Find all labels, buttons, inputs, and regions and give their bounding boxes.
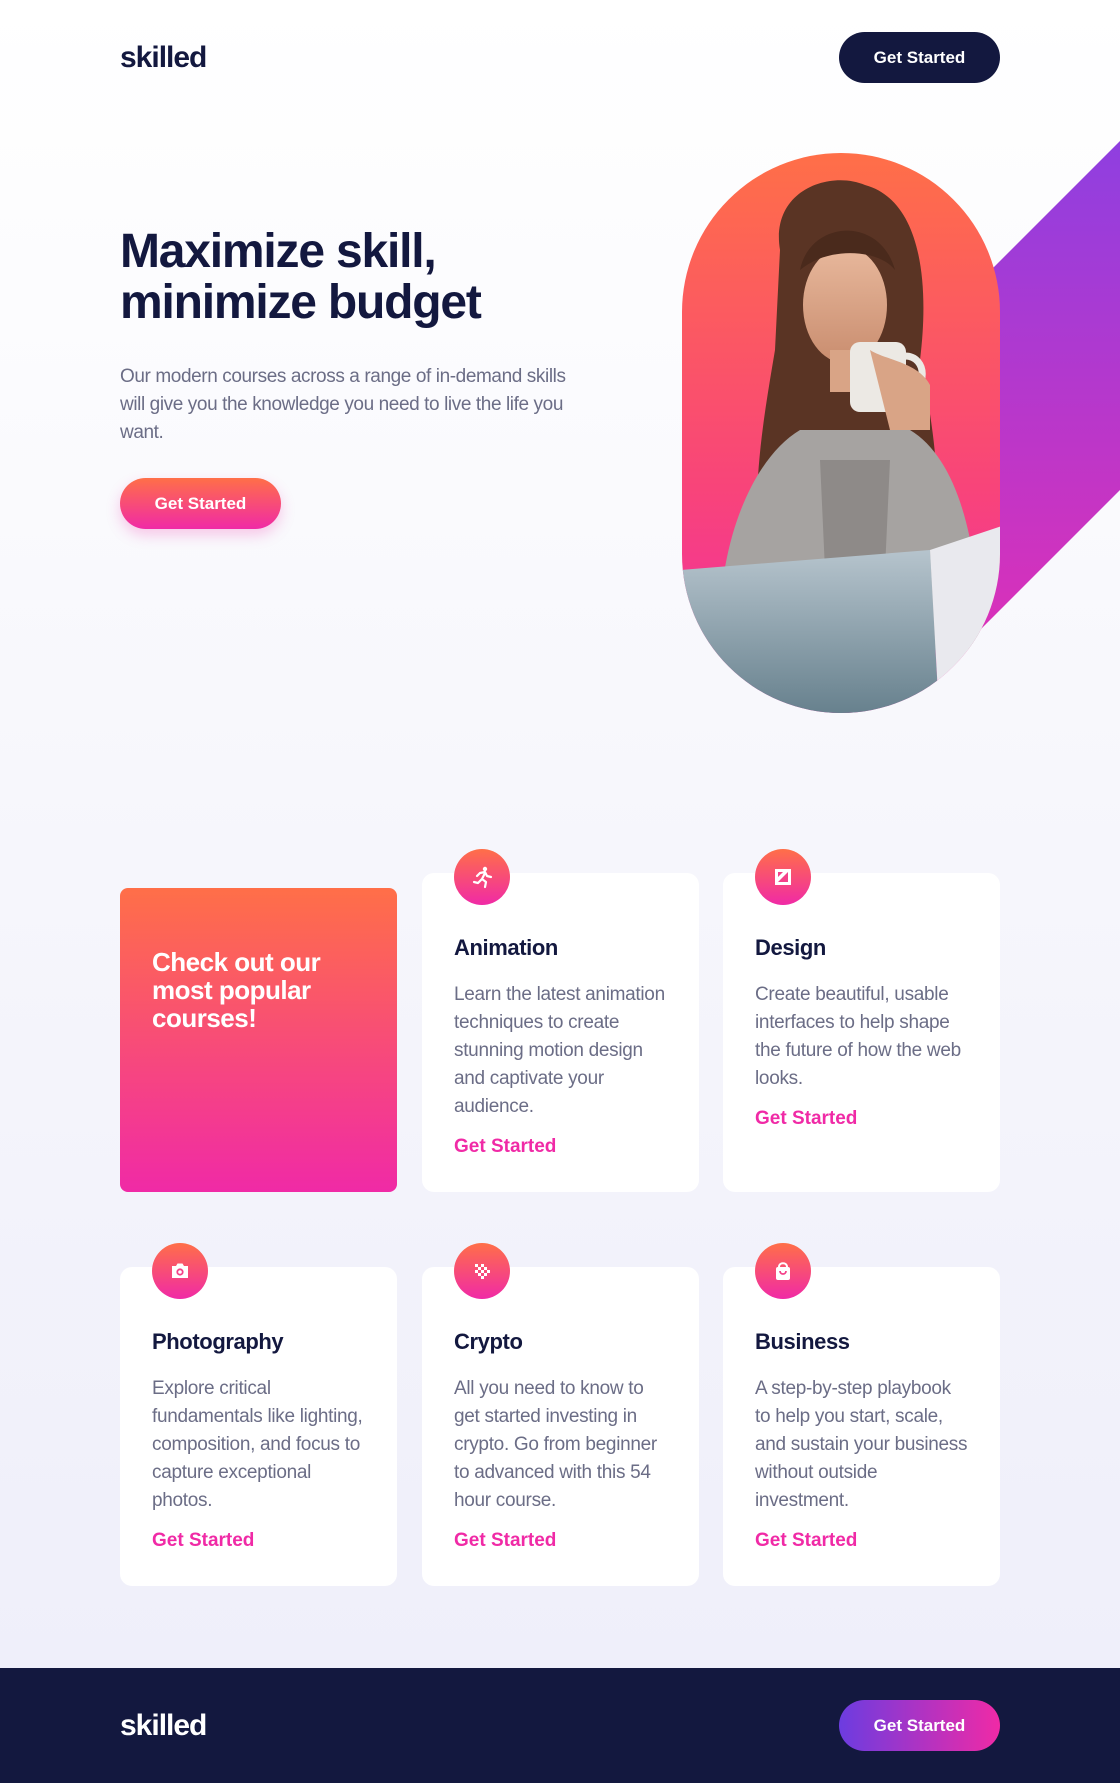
course-description: Explore critical fundamentals like light… xyxy=(152,1378,363,1511)
promo-line1: Check out our xyxy=(152,947,321,977)
course-card-business: Business A step-by-step playbook to help… xyxy=(723,1243,1000,1586)
hero-illustration xyxy=(682,141,1120,713)
course-title: Design xyxy=(755,935,826,960)
course-card-crypto: Crypto All you need to know to get start… xyxy=(422,1243,699,1586)
footer-get-started-button[interactable]: Get Started xyxy=(839,1700,1000,1751)
hero-title: Maximize skill, minimize budget xyxy=(120,226,580,328)
camera-icon xyxy=(152,1243,208,1299)
course-get-started-link[interactable]: Get Started xyxy=(454,1136,667,1158)
hero-get-started-button[interactable]: Get Started xyxy=(120,478,281,529)
course-get-started-link[interactable]: Get Started xyxy=(152,1530,365,1552)
hero-title-line1: Maximize skill, xyxy=(120,225,437,278)
site-logo[interactable]: skilled xyxy=(120,41,207,75)
course-get-started-link[interactable]: Get Started xyxy=(755,1530,968,1552)
header-get-started-button[interactable]: Get Started xyxy=(839,32,1000,83)
course-get-started-link[interactable]: Get Started xyxy=(454,1530,667,1552)
running-person-icon xyxy=(454,849,510,905)
promo-line2: most popular xyxy=(152,975,311,1005)
course-description: All you need to know to get started inve… xyxy=(454,1378,657,1511)
popular-courses-promo: Check out our most popular courses! xyxy=(120,888,397,1192)
course-description: Create beautiful, usable interfaces to h… xyxy=(755,984,961,1089)
promo-line3: courses! xyxy=(152,1003,257,1033)
footer-logo[interactable]: skilled xyxy=(120,1709,207,1743)
course-title: Photography xyxy=(152,1329,284,1354)
course-description: Learn the latest animation techniques to… xyxy=(454,984,665,1117)
course-card-animation: Animation Learn the latest animation tec… xyxy=(422,849,699,1192)
crypto-dots-icon xyxy=(454,1243,510,1299)
hero-description: Our modern courses across a range of in-… xyxy=(120,366,566,443)
course-title: Animation xyxy=(454,935,558,960)
course-title: Business xyxy=(755,1329,850,1354)
course-card-photography: Photography Explore critical fundamental… xyxy=(120,1243,397,1586)
site-footer: skilled Get Started xyxy=(0,1668,1120,1783)
course-description: A step-by-step playbook to help you star… xyxy=(755,1378,968,1511)
design-square-icon xyxy=(755,849,811,905)
course-card-design: Design Create beautiful, usable interfac… xyxy=(723,849,1000,1192)
site-header: skilled Get Started xyxy=(0,0,1120,116)
shopping-bag-icon xyxy=(755,1243,811,1299)
course-get-started-link[interactable]: Get Started xyxy=(755,1108,968,1130)
course-title: Crypto xyxy=(454,1329,523,1354)
promo-heading: Check out our most popular courses! xyxy=(152,948,365,1032)
hero-title-line2: minimize budget xyxy=(120,276,482,329)
